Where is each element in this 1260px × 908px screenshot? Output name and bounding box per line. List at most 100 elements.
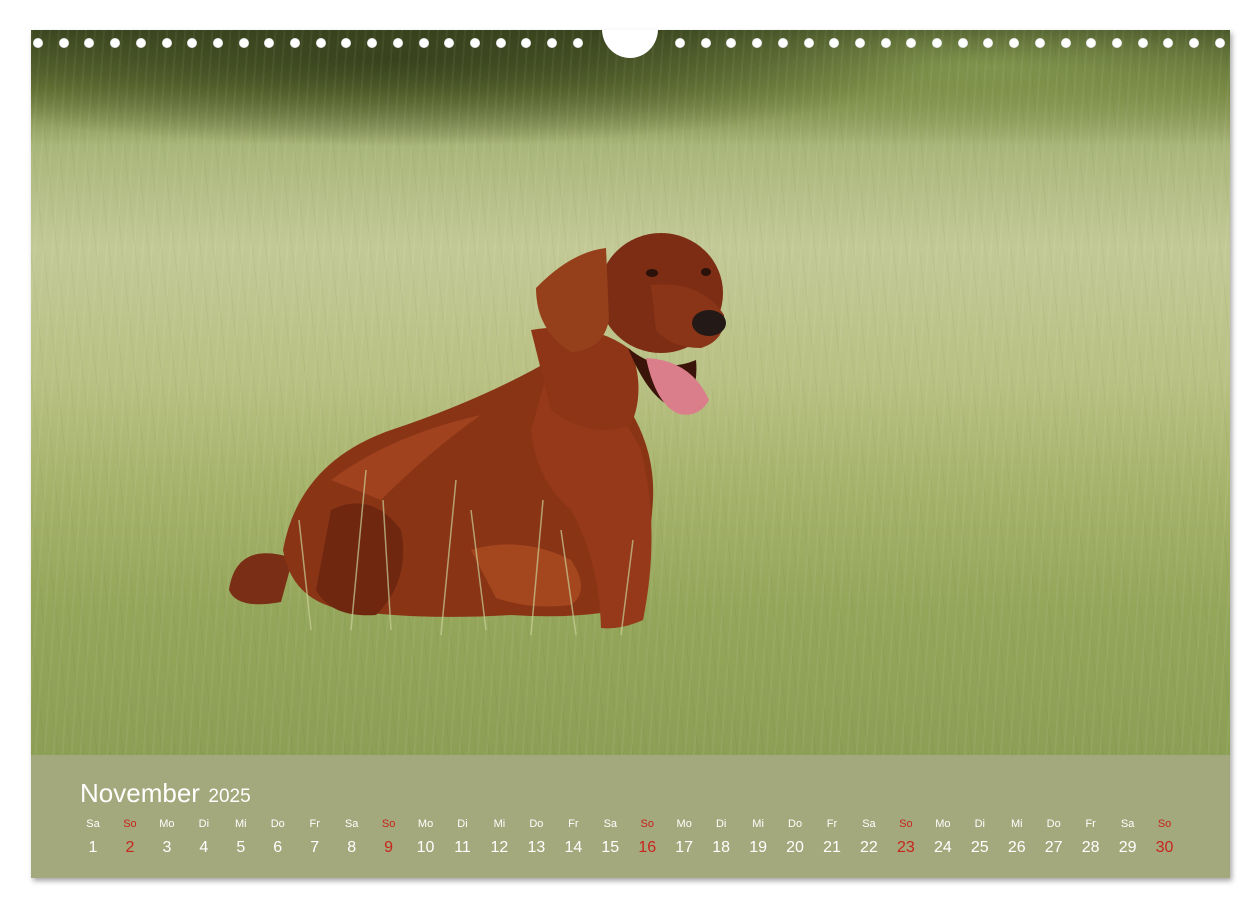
- day-number: 14: [564, 839, 583, 856]
- day-number: 7: [310, 839, 320, 856]
- binding-hole: [110, 38, 121, 48]
- weekday-label: Mo: [935, 818, 951, 830]
- binding-hole: [367, 38, 378, 48]
- binding-hole: [854, 38, 865, 48]
- binding-hole: [1189, 38, 1199, 48]
- weekday-label: Sa: [86, 818, 100, 830]
- day-number: 1: [88, 839, 98, 856]
- day-number: 21: [823, 839, 841, 856]
- binding-hole: [341, 38, 352, 48]
- binding-hole: [1086, 38, 1097, 48]
- binding-hole: [675, 38, 685, 48]
- weekday-label: Mi: [234, 818, 247, 830]
- binding-hole: [1137, 38, 1148, 48]
- binding-hole: [932, 38, 942, 48]
- binding-hole: [906, 38, 917, 48]
- binding-hole: [983, 38, 994, 48]
- binding-hole: [547, 38, 557, 48]
- day-number: 23: [896, 839, 915, 856]
- binding-hole: [33, 38, 43, 48]
- day-number: 15: [601, 839, 620, 856]
- weekday-label: Sa: [862, 818, 876, 830]
- day-number: 3: [162, 839, 172, 856]
- year: 2025: [208, 786, 251, 807]
- weekday-label: Do: [529, 818, 544, 830]
- weekday-label: Di: [457, 818, 468, 830]
- binding-hole: [495, 38, 506, 48]
- binding-hole: [187, 38, 198, 48]
- binding-hole: [1163, 38, 1174, 48]
- binding-hole: [315, 38, 326, 48]
- binding-hole: [1034, 38, 1045, 48]
- binding-hole: [1009, 38, 1020, 48]
- weekday-label: So: [381, 818, 396, 830]
- binding-hole: [1214, 38, 1225, 48]
- binding-hole: [84, 38, 95, 48]
- binding-hole: [469, 38, 480, 48]
- dog-icon: [229, 233, 726, 636]
- day-number: 20: [786, 839, 804, 856]
- binding-hole: [161, 38, 172, 48]
- weekday-label: Mo: [417, 818, 434, 830]
- binding-hole: [1060, 38, 1071, 48]
- day-number: 9: [384, 839, 394, 856]
- weekday-label: So: [899, 818, 913, 830]
- day-number: 25: [970, 839, 989, 856]
- binding-hole: [58, 38, 69, 48]
- binding-hole: [1111, 38, 1122, 48]
- day-number: 4: [199, 839, 209, 856]
- day-number: 28: [1081, 839, 1100, 856]
- weekday-label: Sa: [1120, 818, 1135, 830]
- binding-hole: [572, 38, 583, 48]
- weekday-label: Fr: [309, 818, 320, 830]
- binding-hole: [829, 38, 840, 48]
- calendar-band: November 2025 Sa So Mo Di Mi Do Fr Sa So Mo Di Mi Do…: [31, 755, 1230, 878]
- weekday-label: Mi: [1010, 818, 1023, 830]
- day-number: 17: [675, 839, 694, 856]
- binding-hole: [880, 38, 891, 48]
- weekday-label: Mi: [493, 818, 506, 830]
- weekday-label: Mo: [159, 818, 175, 830]
- day-number: 27: [1044, 839, 1063, 856]
- weekday-label: Di: [198, 818, 210, 830]
- binding-hole: [726, 38, 737, 48]
- weekday-label: Di: [974, 818, 985, 830]
- weekday-label: Fr: [568, 818, 579, 830]
- month-title: November 2025: [80, 778, 251, 809]
- day-number: 22: [860, 839, 878, 856]
- binding-hole: [803, 38, 814, 48]
- weekday-label: So: [123, 818, 137, 830]
- weekday-label: Fr: [826, 818, 838, 830]
- binding-hole: [418, 38, 429, 48]
- day-number: 2: [125, 839, 135, 856]
- day-number: 6: [273, 839, 283, 856]
- weekday-label: So: [640, 818, 654, 830]
- binding-hole: [444, 38, 455, 48]
- weekday-label: Mo: [676, 818, 692, 830]
- day-number: 10: [416, 839, 435, 856]
- binding-hole: [290, 38, 300, 48]
- binding-hole: [521, 38, 532, 48]
- weekday-label: Do: [788, 818, 803, 830]
- day-number: 13: [527, 839, 546, 856]
- binding-hole: [238, 38, 249, 48]
- month-name: November: [80, 778, 200, 808]
- day-number: 29: [1118, 839, 1137, 856]
- day-number: 19: [749, 839, 767, 856]
- day-number: 30: [1155, 839, 1174, 856]
- day-number: 11: [454, 839, 471, 856]
- weekday-label: Do: [270, 818, 285, 830]
- day-number: 26: [1007, 839, 1026, 856]
- weekday-label: Sa: [344, 818, 359, 830]
- photo: [31, 30, 1230, 755]
- weekday-label: Sa: [603, 818, 618, 830]
- day-number: 12: [490, 839, 509, 856]
- day-number: 24: [933, 839, 952, 856]
- binding-hole: [392, 38, 403, 48]
- day-number: 18: [712, 839, 731, 856]
- binding-hole: [777, 38, 788, 48]
- binding-hole: [135, 38, 146, 48]
- weekday-label: Mi: [752, 818, 764, 830]
- weekday-label: Fr: [1085, 818, 1096, 830]
- weekday-label: Do: [1046, 818, 1061, 830]
